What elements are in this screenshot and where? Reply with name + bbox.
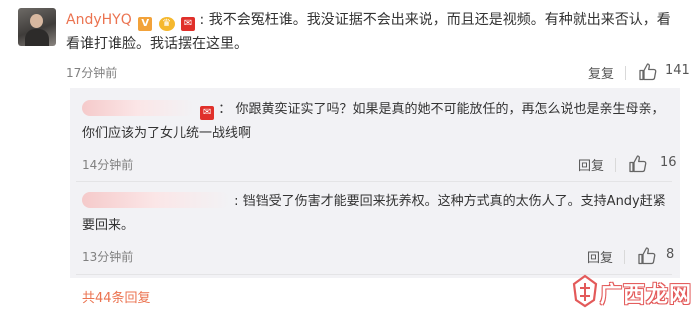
thumbs-up-icon[interactable]	[638, 62, 658, 82]
separator: :	[199, 12, 205, 28]
reply-2-reply-button[interactable]: 回复	[587, 247, 613, 266]
divider	[615, 158, 616, 172]
divider	[625, 66, 626, 80]
reply-1-separator: ：	[218, 102, 232, 117]
reply-2-separator: :	[234, 194, 239, 209]
reply-1-text-block: ✉ ： 你跟黄奕证实了吗？如果是真的她不可能放任的，再怎么说也是亲生母亲，你们应…	[82, 98, 672, 146]
reply-2-time: 13分钟前	[82, 250, 134, 264]
main-comment-body: 我不会冤枉谁。我没证据不会出来说，而且还是视频。有种就出来否认，看看谁打谁脸。我…	[66, 12, 671, 52]
username-link[interactable]: AndyHYQ	[66, 12, 132, 28]
reply-2-like-count: 8	[666, 247, 675, 262]
divider	[624, 250, 625, 264]
crown-badge-icon: ♛	[158, 17, 175, 31]
thumbs-up-icon[interactable]	[628, 154, 648, 174]
avatar-body	[25, 29, 49, 46]
comment-time: 17分钟前	[66, 66, 118, 80]
reply-button[interactable]: 复复	[588, 63, 614, 82]
avatar[interactable]	[18, 8, 56, 46]
red-envelope-badge-icon: ✉	[200, 106, 215, 120]
reply-1-like-count: 16	[660, 155, 677, 170]
v-badge-icon: V	[138, 17, 153, 31]
reply-1-name-blur	[82, 100, 194, 116]
watermark-icon	[572, 274, 598, 308]
reply-2-name-blur	[82, 192, 230, 208]
main-comment-text-block: AndyHYQ V ♛ ✉ : 我不会冤枉谁。我没证据不会出来说，而且还是视频。…	[66, 8, 681, 56]
watermark-logo: 广西龙网	[566, 270, 700, 315]
avatar-head	[30, 14, 43, 28]
thumbs-up-icon[interactable]	[637, 246, 657, 266]
reply-1-reply-button[interactable]: 回复	[578, 155, 604, 174]
red-envelope-badge-icon: ✉	[181, 17, 196, 31]
reply-1-time: 14分钟前	[82, 158, 134, 172]
reply-2-text-block: : 铛铛受了伤害才能要回来抚养权。这种方式真的太伤人了。支持Andy赶紧要回来。	[82, 190, 672, 238]
reply-divider	[76, 181, 672, 182]
watermark-text: 广西龙网	[600, 283, 693, 308]
like-count: 141	[665, 63, 690, 78]
more-replies-link[interactable]: 共44条回复	[82, 287, 151, 306]
